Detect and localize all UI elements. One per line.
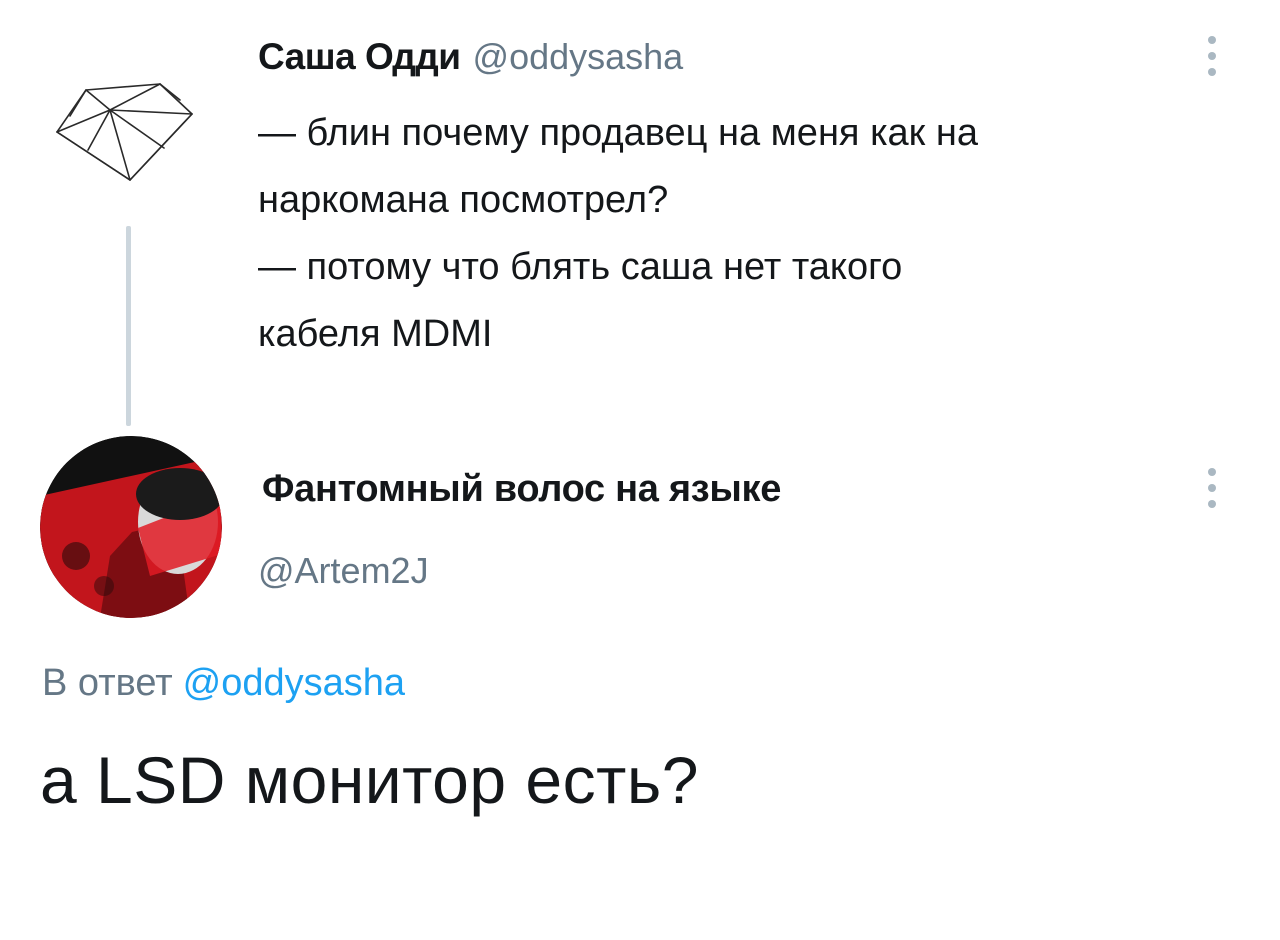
more-vertical-icon[interactable]	[1206, 36, 1218, 80]
author-handle[interactable]: @Artem2J	[258, 550, 429, 592]
parent-tweet-header: Саша Одди @oddysasha	[258, 36, 683, 78]
user-avatar[interactable]	[40, 436, 222, 618]
reply-to-line: В ответ @oddysasha	[42, 662, 405, 705]
tweet-text-line: — блин почему продавец на меня как на	[258, 112, 978, 154]
tweet-text-line: наркомана посмотрел?	[258, 179, 669, 221]
tweet-text-line: кабеля MDMI	[258, 313, 493, 355]
author-handle[interactable]: @oddysasha	[473, 36, 684, 78]
reply-to-label: В ответ	[42, 662, 173, 704]
diamond-icon[interactable]	[52, 70, 202, 190]
more-vertical-icon[interactable]	[1206, 468, 1218, 512]
parent-tweet-text: — блин почему продавец на меня как на на…	[258, 100, 1218, 368]
reply-tweet-text: а LSD монитор есть?	[40, 743, 699, 817]
author-name[interactable]: Фантомный волос на языке	[262, 468, 781, 511]
reply-to-handle-link[interactable]: @oddysasha	[183, 662, 405, 704]
thread-line	[126, 226, 131, 426]
tweet-text-line: — потому что блять саша нет такого	[258, 246, 903, 288]
author-name[interactable]: Саша Одди	[258, 36, 461, 78]
